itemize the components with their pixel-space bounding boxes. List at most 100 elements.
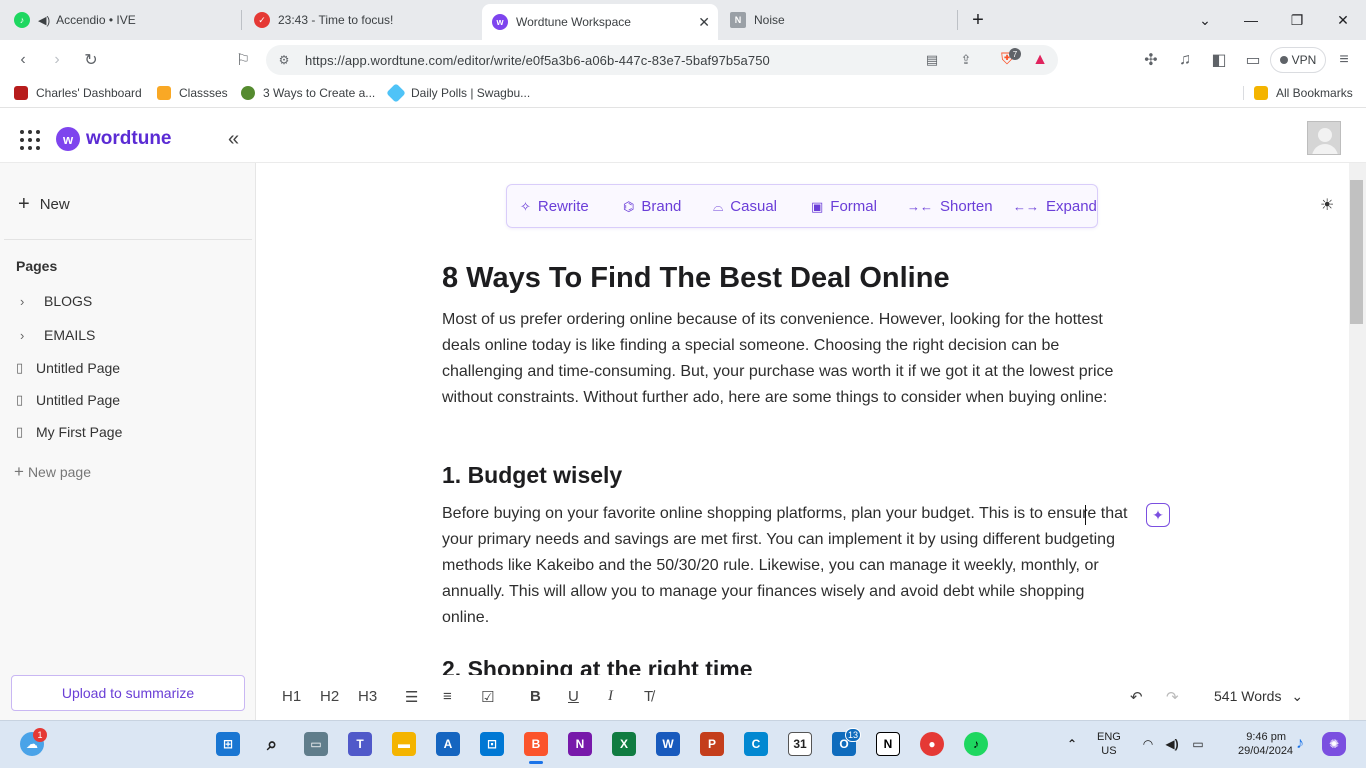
brand-button[interactable]: ⌬ Brand	[623, 198, 681, 215]
reload-icon[interactable]: ↻	[79, 48, 103, 72]
extensions-icon[interactable]: ✣	[1139, 48, 1163, 72]
checklist-icon[interactable]: ☑	[481, 688, 494, 706]
restore-icon[interactable]: ❐	[1285, 8, 1309, 32]
collapse-sidebar-icon[interactable]: «	[228, 128, 239, 151]
intro-paragraph[interactable]: Most of us prefer ordering online becaus…	[442, 307, 1136, 411]
notification-bell-icon[interactable]: ♪	[1288, 732, 1312, 756]
site-settings-icon[interactable]: ⚙	[272, 48, 296, 72]
new-tab-icon[interactable]: +	[966, 8, 990, 32]
expand-button[interactable]: ←→ Expand	[1013, 198, 1097, 215]
powerpoint-icon[interactable]: P	[700, 732, 724, 756]
heading-shopping-right-time[interactable]: 2. Shopping at the right time	[442, 656, 753, 675]
tab-focus-timer[interactable]: ✓ 23:43 - Time to focus!	[244, 4, 480, 36]
notion-icon[interactable]: N	[876, 732, 900, 756]
document-title[interactable]: 8 Ways To Find The Best Deal Online	[442, 262, 950, 295]
brave-icon[interactable]: B	[524, 732, 548, 756]
avatar[interactable]	[1307, 121, 1341, 155]
italic-icon[interactable]: I	[608, 688, 613, 705]
sidebar-folder-emails[interactable]: › EMAILS	[20, 327, 95, 343]
numbered-list-icon[interactable]: ≡	[443, 688, 452, 705]
tab-search-icon[interactable]: ⌄	[1193, 8, 1217, 32]
new-button[interactable]: + New	[18, 193, 70, 216]
all-bookmarks[interactable]: All Bookmarks	[1243, 86, 1353, 100]
tomato-timer-icon[interactable]: ●	[920, 732, 944, 756]
brave-rewards-icon[interactable]: ▲	[1028, 48, 1052, 72]
volume-icon[interactable]: ◀)	[1160, 732, 1184, 756]
chevron-right-icon: ›	[20, 293, 25, 309]
app-icon[interactable]: C	[744, 732, 768, 756]
forward-icon[interactable]: ›	[45, 48, 69, 72]
bookmark-daily-polls[interactable]: Daily Polls | Swagbu...	[386, 83, 530, 103]
sidebar-folder-blogs[interactable]: › BLOGS	[20, 293, 92, 309]
file-explorer-icon[interactable]: ▬	[392, 732, 416, 756]
language-code: ENG	[1097, 731, 1121, 743]
search-icon[interactable]: ⌕	[260, 732, 284, 756]
word-count[interactable]: 541 Words ⌄	[1214, 688, 1303, 705]
heading-3-button[interactable]: H3	[358, 688, 377, 705]
calendar-icon[interactable]: 31	[788, 732, 812, 756]
bookmark-charles-dashboard[interactable]: Charles' Dashboard	[14, 86, 142, 100]
rewrite-button[interactable]: ✧ Rewrite	[520, 198, 589, 215]
wifi-icon[interactable]: ◠	[1136, 732, 1160, 756]
battery-icon[interactable]: ▭	[1186, 732, 1210, 756]
tab-accendio[interactable]: ♪ ◀) Accendio • IVE	[4, 4, 240, 36]
close-tab-icon[interactable]: ✕	[698, 14, 710, 31]
word-icon[interactable]: W	[656, 732, 680, 756]
classroom-icon	[157, 86, 171, 100]
spotify-icon: ♪	[14, 12, 30, 28]
heading-2-button[interactable]: H2	[320, 688, 339, 705]
start-icon[interactable]: ⊞	[216, 732, 240, 756]
task-view-icon[interactable]: ▭	[304, 732, 328, 756]
apps-grid-icon[interactable]	[20, 130, 40, 150]
sidebar-page-untitled-1[interactable]: ▯ Untitled Page	[16, 360, 120, 376]
back-icon[interactable]: ‹	[11, 48, 35, 72]
bookmark-icon[interactable]: ⚐	[231, 48, 255, 72]
wordtune-logo-icon: w	[56, 127, 80, 151]
scrollbar-thumb[interactable]	[1350, 180, 1363, 324]
share-icon[interactable]: ⇪	[954, 48, 978, 72]
url-text[interactable]: https://app.wordtune.com/editor/write/e0…	[305, 53, 770, 68]
copilot-icon[interactable]: ✺	[1322, 732, 1346, 756]
teams-icon[interactable]: T	[348, 732, 372, 756]
heading-budget-wisely[interactable]: 1. Budget wisely	[442, 462, 622, 489]
upload-to-summarize-button[interactable]: Upload to summarize	[11, 675, 245, 711]
tab-noise[interactable]: N Noise	[720, 4, 956, 36]
tab-wordtune[interactable]: w Wordtune Workspace ✕	[482, 4, 718, 40]
store-icon[interactable]: ⊡	[480, 732, 504, 756]
bullet-list-icon[interactable]: ☰	[405, 688, 418, 706]
media-icon[interactable]: ♫	[1173, 48, 1197, 72]
menu-icon[interactable]: ≡	[1332, 48, 1356, 72]
wordtune-suggest-icon[interactable]: ✦	[1146, 503, 1170, 527]
sidebar-toggle-icon[interactable]: ◧	[1207, 48, 1231, 72]
underline-icon[interactable]: U	[568, 688, 579, 705]
wallet-icon[interactable]: ▭	[1241, 48, 1265, 72]
tab-title: Noise	[754, 13, 785, 27]
bold-icon[interactable]: B	[530, 688, 541, 705]
formal-button[interactable]: ▣ Formal	[811, 198, 877, 215]
close-window-icon[interactable]: ✕	[1331, 8, 1355, 32]
clock[interactable]: 9:46 pm 29/04/2024	[1238, 730, 1293, 758]
reader-mode-icon[interactable]: ▤	[920, 48, 944, 72]
clear-format-icon[interactable]: T̸	[644, 688, 653, 705]
shorten-button[interactable]: →← Shorten	[907, 198, 993, 215]
casual-button[interactable]: ⌓ Casual	[713, 198, 777, 215]
language-indicator[interactable]: ENG US	[1097, 730, 1121, 758]
redo-icon[interactable]: ↷	[1166, 688, 1179, 706]
app-icon[interactable]: A	[436, 732, 460, 756]
bookmark-3-ways[interactable]: 3 Ways to Create a...	[241, 86, 375, 100]
minimize-icon[interactable]: —	[1239, 8, 1263, 32]
lightbulb-icon[interactable]: ☀	[1320, 195, 1334, 215]
excel-icon[interactable]: X	[612, 732, 636, 756]
sidebar-page-untitled-2[interactable]: ▯ Untitled Page	[16, 392, 120, 408]
budget-paragraph[interactable]: Before buying on your favorite online sh…	[442, 501, 1136, 631]
bookmark-classses[interactable]: Classses	[157, 86, 228, 100]
expand-icon: ←→	[1013, 199, 1039, 214]
onenote-icon[interactable]: N	[568, 732, 592, 756]
spotify-icon[interactable]: ♪	[964, 732, 988, 756]
sidebar-page-my-first-page[interactable]: ▯ My First Page	[16, 424, 122, 440]
heading-1-button[interactable]: H1	[282, 688, 301, 705]
chevron-up-icon[interactable]: ⌃	[1060, 732, 1084, 756]
undo-icon[interactable]: ↶	[1130, 688, 1143, 706]
vpn-button[interactable]: VPN	[1270, 47, 1326, 73]
new-page-button[interactable]: + New page	[14, 462, 91, 482]
